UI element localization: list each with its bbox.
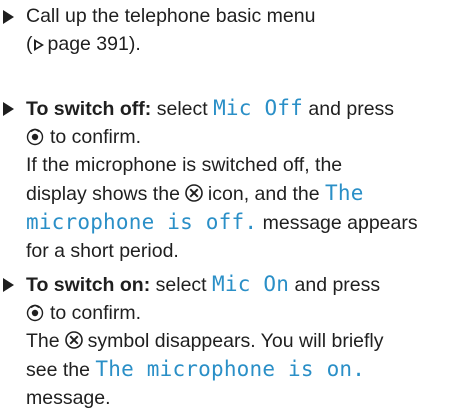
paren-open: ( bbox=[26, 33, 33, 55]
note-text: icon, and the bbox=[207, 183, 320, 205]
step-line: to confirm. bbox=[0, 299, 462, 327]
note-text: message. bbox=[26, 387, 111, 409]
menu-item-mic-on: Mic On bbox=[212, 272, 290, 296]
step-line: To switch off: select Mic Off and press bbox=[0, 94, 462, 123]
page-reference-triangle-icon bbox=[33, 39, 44, 51]
display-message: The bbox=[325, 181, 364, 205]
menu-item-mic-off: Mic Off bbox=[213, 96, 303, 120]
rotary-controller-icon bbox=[26, 304, 44, 322]
step-line: to confirm. bbox=[0, 123, 462, 151]
note-text: If the microphone is switched off, the bbox=[26, 154, 343, 176]
step-line: ( page 391). bbox=[0, 30, 462, 58]
paren-close: ). bbox=[128, 33, 141, 55]
step-switch-off: To switch off: select Mic Off and press … bbox=[0, 94, 462, 265]
step-line: If the microphone is switched off, the bbox=[0, 151, 462, 179]
note-text: for a short period. bbox=[26, 240, 179, 262]
triangle-bullet-icon bbox=[3, 102, 14, 116]
step-label: To switch off: bbox=[26, 98, 152, 120]
step-text: to confirm. bbox=[50, 126, 142, 148]
step-line: display shows the icon, and the The bbox=[0, 179, 462, 208]
step-text: and press bbox=[294, 274, 381, 296]
step-open-menu: Call up the telephone basic menu ( page 3… bbox=[0, 2, 462, 58]
display-message: The microphone is on. bbox=[95, 357, 366, 381]
note-text: see the bbox=[26, 359, 90, 381]
page-reference: page 391 bbox=[47, 33, 129, 55]
step-line: Call up the telephone basic menu bbox=[0, 2, 462, 30]
step-line: The symbol disappears. You will briefly bbox=[0, 327, 462, 355]
step-line: To switch on: select Mic On and press bbox=[0, 270, 462, 299]
instruction-page: Call up the telephone basic menu ( page 3… bbox=[0, 0, 462, 411]
step-text: and press bbox=[308, 98, 395, 120]
triangle-bullet-icon bbox=[3, 278, 14, 292]
note-text: display shows the bbox=[26, 183, 180, 205]
rotary-controller-icon bbox=[26, 128, 44, 146]
step-text: to confirm. bbox=[50, 302, 142, 324]
triangle-bullet-icon bbox=[3, 10, 14, 24]
step-switch-on: To switch on: select Mic On and press to… bbox=[0, 270, 462, 412]
step-line: for a short period. bbox=[0, 237, 462, 265]
step-label: To switch on: bbox=[26, 274, 151, 296]
step-text: select bbox=[156, 98, 208, 120]
display-message: microphone is off. bbox=[26, 210, 258, 234]
microphone-off-icon bbox=[185, 184, 203, 202]
note-text: symbol disappears. You will briefly bbox=[87, 330, 384, 352]
step-line: see the The microphone is on. bbox=[0, 355, 462, 384]
note-text: message appears bbox=[262, 212, 418, 234]
step-line: microphone is off. message appears bbox=[0, 208, 462, 237]
step-text: Call up the telephone basic menu bbox=[26, 5, 316, 27]
note-text: The bbox=[26, 330, 60, 352]
microphone-off-icon bbox=[64, 331, 83, 349]
step-line: message. bbox=[0, 384, 462, 412]
step-text: select bbox=[155, 274, 207, 296]
